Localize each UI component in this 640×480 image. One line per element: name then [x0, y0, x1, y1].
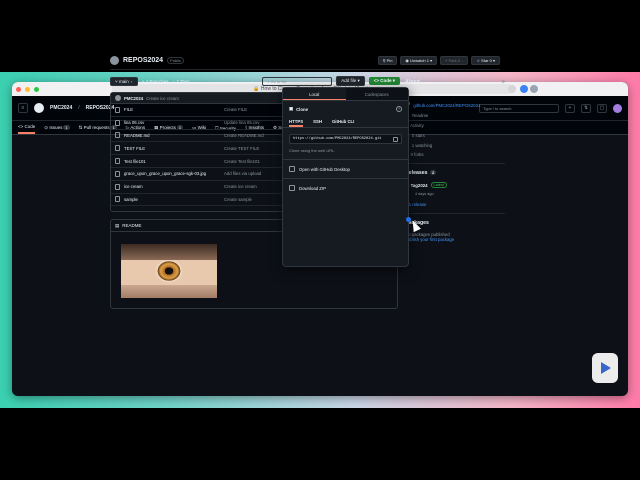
branches-link[interactable]: ⑂ 4 Branches — [142, 79, 169, 84]
github-logo-icon[interactable] — [34, 103, 44, 113]
readme-title[interactable]: README — [122, 223, 141, 228]
repo-owner-avatar — [110, 55, 119, 65]
watching-link[interactable]: ◉1 watching — [405, 142, 505, 148]
tab-ssh[interactable]: SSH — [313, 117, 322, 127]
release-tag[interactable]: Tag2024 — [411, 183, 428, 188]
play-button[interactable] — [592, 353, 618, 383]
profile-icon[interactable] — [530, 85, 538, 93]
file-icon — [115, 183, 120, 190]
inbox-icon[interactable]: ▢ — [597, 103, 607, 113]
clone-url-field[interactable]: https://github.com/PMC2024/REPOS2024.git — [289, 134, 402, 144]
star-button[interactable]: ☆ Star 0 ▾ — [471, 55, 500, 65]
copy-icon[interactable] — [393, 136, 398, 142]
clone-popover: Local Codespaces ▣ Clone ? HTTPS SSH Git… — [282, 87, 409, 267]
divider — [110, 69, 500, 70]
file-name[interactable]: grace_upon_grace_upon_grace-sgk-03.jpg — [124, 171, 224, 176]
commit-message[interactable]: Create ice cream — [146, 96, 179, 101]
about-link[interactable]: github.com/PMC2024/REPOS2024 — [413, 103, 480, 108]
latest-badge: Latest — [430, 182, 447, 188]
divider — [405, 213, 505, 214]
tab-issues[interactable]: ⊙ Issues 1 — [44, 125, 70, 134]
tab-local[interactable]: Local — [283, 88, 346, 100]
pin-button[interactable]: ⚲ Pin — [377, 55, 398, 65]
commit-user[interactable]: PMC2024 — [124, 96, 143, 101]
help-icon[interactable]: ? — [396, 106, 402, 112]
file-toolbar: ⑂ main ▾ ⑂ 4 Branches ⌂ 2 Tags ⌕ Go to f… — [110, 76, 400, 86]
reload-icon[interactable] — [508, 85, 516, 93]
tab-code[interactable]: <> Code — [18, 124, 36, 134]
divider — [405, 163, 505, 164]
open-github-desktop-button[interactable]: Open with GitHub Desktop — [283, 159, 408, 178]
desktop-icon — [289, 166, 295, 172]
extension-icon[interactable] — [520, 85, 528, 93]
about-heading: About — [405, 79, 420, 85]
pull-requests-icon[interactable]: ⇅ — [581, 103, 591, 113]
code-button[interactable]: <> Code ▾ — [368, 77, 400, 85]
add-file-button[interactable]: Add file ▾ — [336, 76, 365, 86]
tab-https[interactable]: HTTPS — [289, 117, 304, 127]
download-zip-button[interactable]: Download ZIP — [283, 178, 408, 197]
minimize-window-button[interactable] — [25, 86, 30, 92]
file-name[interactable]: FILE — [124, 107, 224, 112]
tags-link[interactable]: ⌂ 2 Tags — [172, 79, 189, 84]
file-name[interactable]: TEST FILE — [124, 146, 224, 151]
unwatch-button[interactable]: ◉ Unwatch 1 ▾ — [400, 55, 438, 65]
fork-button[interactable]: ⑂ Fork 0 ▾ — [440, 55, 469, 65]
file-icon — [115, 119, 120, 126]
clone-hint: Clone using the web URL. — [289, 148, 336, 153]
book-icon: ▤ — [115, 222, 120, 228]
packages-heading[interactable]: Packages — [405, 220, 505, 226]
close-window-button[interactable] — [16, 86, 21, 92]
readme-image — [121, 244, 217, 298]
file-name[interactable]: README.md — [124, 133, 224, 138]
gear-icon[interactable]: ⚙ — [501, 79, 505, 85]
protocol-tabs: HTTPS SSH GitHub CLI — [283, 117, 408, 128]
file-icon — [115, 145, 120, 152]
about-sidebar: About ⚙ repo 🔗github.com/PMC2024/REPOS20… — [405, 76, 505, 242]
branch-select[interactable]: ⑂ main ▾ — [110, 76, 138, 86]
menu-icon[interactable]: ≡ — [18, 103, 28, 113]
readme-link[interactable]: ▤Readme — [405, 112, 505, 118]
activity-link[interactable]: ⌇Activity — [405, 122, 505, 128]
publish-package-link[interactable]: Publish your first package — [405, 237, 505, 242]
tab-github-cli[interactable]: GitHub CLI — [332, 117, 354, 127]
repo-name[interactable]: REPOS2024 — [123, 57, 163, 64]
commit-avatar — [115, 95, 121, 101]
more-releases-link[interactable]: + 1 release — [405, 202, 505, 207]
clone-heading: ▣ Clone ? — [289, 106, 402, 112]
release-date: 4 days ago — [415, 192, 434, 196]
file-name[interactable]: Test file101 — [124, 159, 224, 164]
visibility-badge: Public — [167, 56, 184, 64]
repo-title-row: REPOS2024 Public ⚲ Pin ◉ Unwatch 1 ▾ ⑂ F… — [110, 53, 500, 67]
breadcrumb-separator: / — [78, 105, 80, 111]
releases-heading[interactable]: Releases 2 — [405, 170, 505, 176]
file-name[interactable]: ice cream — [124, 184, 224, 189]
stars-link[interactable]: ☆0 stars — [405, 132, 505, 138]
create-new-button[interactable]: + — [565, 103, 575, 113]
breadcrumb-owner[interactable]: PMC2024 — [50, 105, 72, 111]
maximize-window-button[interactable] — [34, 86, 39, 92]
zip-icon — [289, 185, 295, 191]
forks-link[interactable]: ⑂0 forks — [405, 152, 505, 157]
file-name[interactable]: lina 06.csv — [124, 120, 224, 125]
file-icon — [115, 196, 120, 203]
file-icon — [115, 106, 120, 113]
file-icon — [115, 170, 120, 177]
go-to-file-input[interactable]: ⌕ Go to file — [262, 76, 333, 86]
tab-codespaces[interactable]: Codespaces — [345, 88, 408, 100]
play-icon — [601, 362, 611, 374]
avatar[interactable] — [613, 103, 622, 113]
file-icon — [115, 132, 120, 139]
terminal-icon: ▣ — [289, 106, 294, 111]
about-description: repo — [405, 91, 414, 96]
file-icon — [115, 158, 120, 165]
file-name[interactable]: sample — [124, 197, 224, 202]
